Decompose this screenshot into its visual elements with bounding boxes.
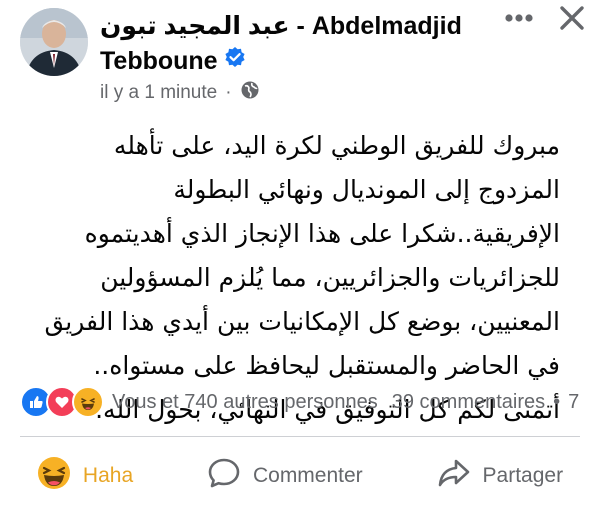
divider [20,436,580,437]
haha-icon [37,456,71,496]
share-button[interactable]: Partager [437,458,564,494]
verified-badge-icon [224,43,246,78]
comment-count[interactable]: 39 commentaires [392,391,545,414]
post-meta: il y a 1 minute · [100,80,260,106]
reaction-count[interactable]: Vous et 740 autres personnes [112,391,378,414]
share-icon [437,458,471,494]
more-options-icon[interactable] [504,13,534,23]
post-actions: Haha Commenter Partager [0,446,600,506]
comment-button[interactable]: Commenter [207,457,363,495]
globe-icon[interactable] [240,80,260,106]
reactions-summary[interactable]: Vous et 740 autres personnes 39 commenta… [20,384,600,420]
post-header-actions [504,4,586,32]
avatar[interactable] [20,8,88,76]
post-author[interactable]: عبد المجيد تبون - Abdelmadjid Tebboune [100,9,480,79]
post-timestamp[interactable]: il y a 1 minute [100,82,217,104]
haha-icon [72,386,104,418]
share-count[interactable]: 7 [568,391,579,414]
close-icon[interactable] [558,4,586,32]
comment-label: Commenter [252,464,363,487]
haha-label: Haha [82,464,134,487]
comment-icon [207,457,241,495]
stats-separator: • [553,390,561,413]
meta-separator: · [225,82,232,103]
profile-photo [20,8,88,76]
author-name[interactable]: عبد المجيد تبون - Abdelmadjid Tebboune [100,12,462,75]
share-label: Partager [482,464,564,487]
haha-reaction-button[interactable]: Haha [37,456,133,496]
reaction-icons [20,386,104,418]
